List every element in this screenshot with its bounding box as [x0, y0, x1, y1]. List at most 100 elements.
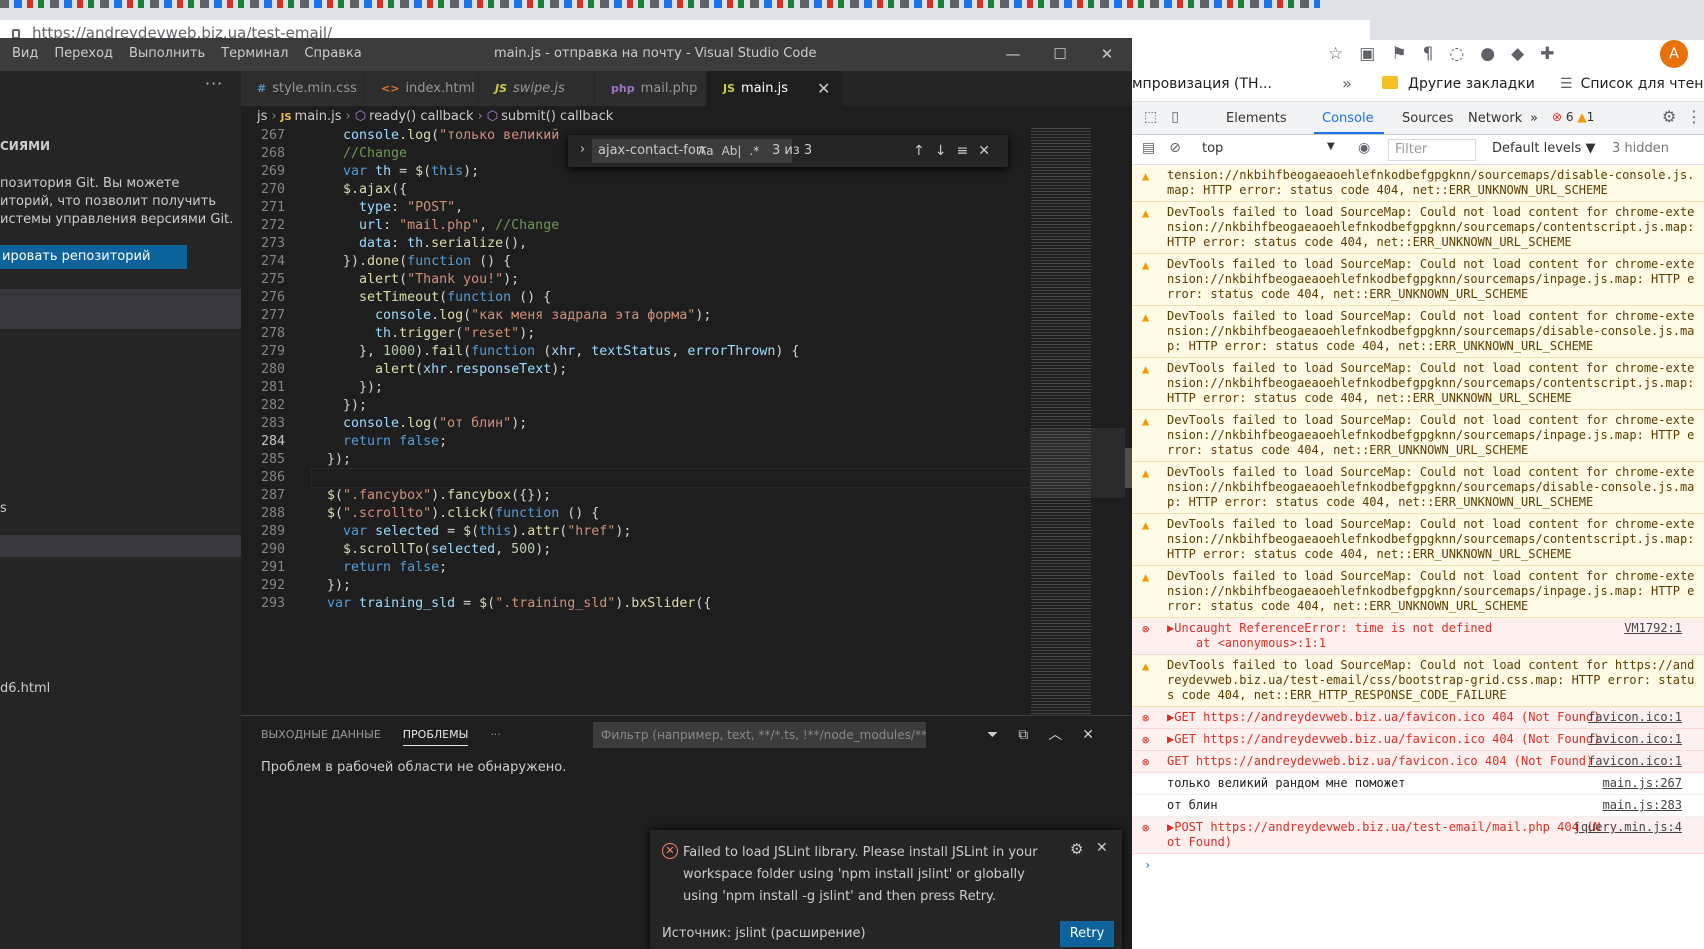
- tab-swipe-js[interactable]: JS swipe.js: [479, 71, 595, 106]
- more-actions-icon[interactable]: ···: [205, 74, 223, 93]
- context-selector[interactable]: top ▼: [1202, 141, 1342, 156]
- console-message[interactable]: ▲ tension://nkbihfbeogaeaoehlefnkodbefgpg…: [1132, 165, 1704, 202]
- star-icon[interactable]: ☆: [1328, 42, 1343, 66]
- device-toolbar-icon[interactable]: ▯: [1171, 109, 1179, 125]
- tab-elements[interactable]: Elements: [1226, 111, 1287, 126]
- collapse-all-icon[interactable]: ⧉: [1018, 722, 1028, 748]
- breadcrumb-symbol[interactable]: ready() callback: [369, 109, 473, 124]
- sidebar-selected-row[interactable]: [0, 535, 241, 557]
- console-message[interactable]: ⊗ GET https://andreydevweb.biz.ua/favicon…: [1132, 751, 1704, 773]
- console-message[interactable]: ▲ DevTools failed to load SourceMap: Coul…: [1132, 514, 1704, 566]
- sidebar-file-item[interactable]: d6.html: [0, 681, 50, 696]
- console-source-link[interactable]: jquery.min.js:4: [1574, 820, 1682, 835]
- tab-mail-php[interactable]: php mail.php: [595, 71, 707, 106]
- extension-icon[interactable]: ¶: [1423, 42, 1434, 66]
- console-message[interactable]: ▲ DevTools failed to load SourceMap: Coul…: [1132, 254, 1704, 306]
- minimap[interactable]: [1031, 128, 1126, 715]
- close-window-button[interactable]: ✕: [1094, 42, 1120, 66]
- arrow-down-icon[interactable]: ↓: [935, 139, 947, 163]
- menu-help[interactable]: Справка: [304, 46, 361, 61]
- problems-filter-input[interactable]: Фильтр (например, text, **/*.ts, !**/nod…: [593, 722, 926, 748]
- console-message[interactable]: только великий рандом мне поможет main.js…: [1132, 773, 1704, 795]
- extension-icon[interactable]: ◆: [1511, 42, 1524, 66]
- console-message[interactable]: ▲ DevTools failed to load SourceMap: Coul…: [1132, 358, 1704, 410]
- console-message[interactable]: ▲ DevTools failed to load SourceMap: Coul…: [1132, 306, 1704, 358]
- maximize-panel-icon[interactable]: ︿: [1048, 722, 1062, 748]
- more-tabs-icon[interactable]: »: [1530, 111, 1538, 126]
- console-message[interactable]: ▲ DevTools failed to load SourceMap: Coul…: [1132, 410, 1704, 462]
- chevron-right-icon[interactable]: ›: [580, 142, 585, 157]
- console-message[interactable]: ⊗ ▶GET https://andreydevweb.biz.ua/favico…: [1132, 707, 1704, 729]
- close-icon[interactable]: ✕: [1096, 840, 1108, 856]
- more-actions-icon[interactable]: ···: [490, 728, 501, 746]
- eye-icon[interactable]: ◉: [1358, 140, 1370, 156]
- tab-main-js[interactable]: JS main.js ✕: [707, 71, 843, 106]
- bookmark-item[interactable]: мпровизация (ТН...: [1132, 76, 1272, 92]
- console-source-link[interactable]: favicon.ico:1: [1588, 710, 1682, 725]
- extension-icon[interactable]: ●: [1480, 42, 1495, 66]
- issues-counter[interactable]: ⊗ 6 ▲1: [1552, 110, 1594, 124]
- find-input[interactable]: ajax-contact-forr: [592, 139, 792, 163]
- gear-icon[interactable]: ⚙: [1070, 840, 1083, 858]
- console-message[interactable]: ⊗ ▶Uncaught ReferenceError: time is not d…: [1132, 618, 1704, 655]
- breadcrumb-folder[interactable]: js: [257, 109, 267, 124]
- console-message[interactable]: от блин main.js:283: [1132, 795, 1704, 817]
- chevron-double-right-icon[interactable]: »: [1342, 74, 1352, 93]
- breadcrumb-symbol[interactable]: submit() callback: [501, 109, 613, 124]
- console-message[interactable]: ⊗ ▶POST https://andreydevweb.biz.ua/test-…: [1132, 817, 1704, 854]
- console-source-link[interactable]: VM1792:1: [1624, 621, 1682, 636]
- kebab-menu-icon[interactable]: ⋮: [1686, 107, 1702, 126]
- console-prompt[interactable]: ›: [1132, 854, 1704, 877]
- minimap-slider[interactable]: [1030, 428, 1126, 498]
- console-message[interactable]: ▲ DevTools failed to load SourceMap: Coul…: [1132, 566, 1704, 618]
- clone-repository-button[interactable]: ировать репозиторий: [0, 245, 187, 269]
- extension-icon[interactable]: ▣: [1359, 42, 1375, 66]
- tab-sources[interactable]: Sources: [1402, 111, 1453, 126]
- tab-network[interactable]: Network: [1468, 111, 1522, 126]
- whole-word-toggle[interactable]: Ab|: [722, 139, 742, 163]
- console-source-link[interactable]: favicon.ico:1: [1588, 732, 1682, 747]
- console-filter-input[interactable]: Filter: [1388, 139, 1476, 161]
- match-case-toggle[interactable]: Aa: [698, 139, 714, 163]
- arrow-up-icon[interactable]: ↑: [913, 139, 925, 163]
- puzzle-icon[interactable]: ✚: [1540, 42, 1554, 66]
- tab-output[interactable]: ВЫХОДНЫЕ ДАННЫЕ: [261, 728, 381, 746]
- sidebar-item[interactable]: s: [0, 501, 7, 516]
- menu-go[interactable]: Переход: [54, 46, 113, 61]
- minimize-button[interactable]: —: [1000, 42, 1026, 66]
- regex-toggle[interactable]: .*: [749, 139, 759, 163]
- inspect-icon[interactable]: ⬚: [1144, 109, 1157, 125]
- extension-icon[interactable]: ⚑: [1391, 42, 1406, 66]
- tab-index-html[interactable]: <> index.html: [365, 71, 479, 106]
- sidebar-toggle-icon[interactable]: ▤: [1142, 140, 1155, 156]
- filter-icon[interactable]: ⏷: [987, 722, 998, 748]
- console-message[interactable]: ▲ DevTools failed to load SourceMap: Coul…: [1132, 655, 1704, 707]
- reading-list[interactable]: ☰ Список для чтени: [1560, 76, 1704, 92]
- tab-style-min-css[interactable]: # style.min.css: [241, 71, 365, 106]
- gear-icon[interactable]: ⚙: [1662, 107, 1676, 126]
- find-in-selection-icon[interactable]: ≡: [956, 139, 968, 163]
- sidebar-selected-row[interactable]: [0, 289, 241, 329]
- editor-scrollbar[interactable]: [1125, 128, 1132, 715]
- other-bookmarks[interactable]: Другие закладки: [1382, 76, 1535, 92]
- scrollbar-thumb[interactable]: [1125, 448, 1132, 488]
- close-icon[interactable]: ✕: [978, 139, 990, 163]
- console-message[interactable]: ⊗ ▶GET https://andreydevweb.biz.ua/favico…: [1132, 729, 1704, 751]
- tab-problems[interactable]: ПРОБЛЕМЫ: [402, 728, 469, 746]
- breadcrumb-file[interactable]: main.js: [295, 109, 342, 124]
- menu-terminal[interactable]: Терминал: [221, 46, 288, 61]
- tab-console[interactable]: Console: [1322, 111, 1374, 126]
- close-panel-icon[interactable]: ✕: [1082, 722, 1094, 748]
- menu-view[interactable]: Вид: [12, 46, 38, 61]
- menu-run[interactable]: Выполнить: [129, 46, 205, 61]
- console-source-link[interactable]: main.js:267: [1603, 776, 1682, 791]
- address-bar[interactable]: https://andreydevweb.biz.ua/test-email/: [0, 20, 1370, 40]
- console-message[interactable]: ▲ DevTools failed to load SourceMap: Coul…: [1132, 462, 1704, 514]
- bookmark-favicon-strip[interactable]: [0, 0, 1320, 8]
- log-levels-dropdown[interactable]: Default levels ▼: [1492, 141, 1595, 156]
- maximize-button[interactable]: ☐: [1047, 42, 1073, 66]
- clear-console-icon[interactable]: ⊘: [1169, 140, 1181, 156]
- console-source-link[interactable]: main.js:283: [1603, 798, 1682, 813]
- extension-icon[interactable]: ◌: [1449, 42, 1464, 66]
- avatar[interactable]: A: [1660, 40, 1688, 68]
